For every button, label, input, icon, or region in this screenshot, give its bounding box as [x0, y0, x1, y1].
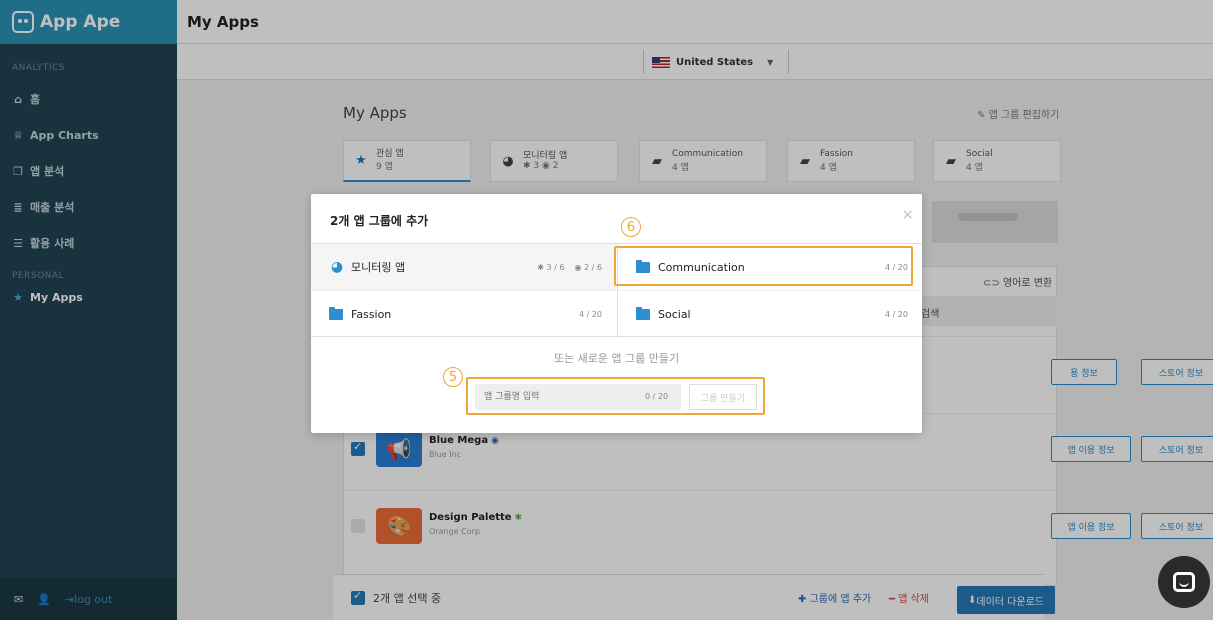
android-count: ✱ 3 / 6	[537, 262, 565, 272]
or-create-label: 또는 새로운 앱 그룹 만들기	[553, 352, 680, 365]
modal-group-fassion[interactable]: Fassion 4 / 20	[311, 291, 616, 338]
modal-group-social[interactable]: Social 4 / 20	[617, 291, 922, 338]
name-char-count: 0 / 20	[645, 392, 669, 401]
chat-button[interactable]	[1158, 556, 1210, 608]
step-marker-6: 6	[621, 217, 641, 237]
folder-icon	[636, 307, 650, 320]
modal-group-monitoring[interactable]: ◕ 모니터링 앱 ✱ 3 / 6 ◉ 2 / 6	[311, 244, 616, 291]
ios-count: ◉ 2 / 6	[574, 262, 603, 272]
group-grid: ◕ 모니터링 앱 ✱ 3 / 6 ◉ 2 / 6 Communication 4…	[311, 243, 922, 338]
add-to-group-modal: 2개 앱 그룹에 추가 ✕ ◕ 모니터링 앱 ✱ 3 / 6 ◉ 2 / 6 C…	[311, 194, 922, 433]
folder-icon	[329, 307, 343, 320]
modal-title: 2개 앱 그룹에 추가	[330, 214, 429, 228]
create-group-button[interactable]: 그룹 만들기	[689, 384, 757, 410]
step-marker-5: 5	[443, 367, 463, 387]
gauge-icon: ◕	[330, 259, 344, 275]
chat-icon	[1173, 572, 1195, 592]
folder-icon	[636, 259, 650, 273]
close-icon[interactable]: ✕	[901, 206, 914, 224]
modal-group-communication[interactable]: Communication 4 / 20	[617, 244, 922, 291]
